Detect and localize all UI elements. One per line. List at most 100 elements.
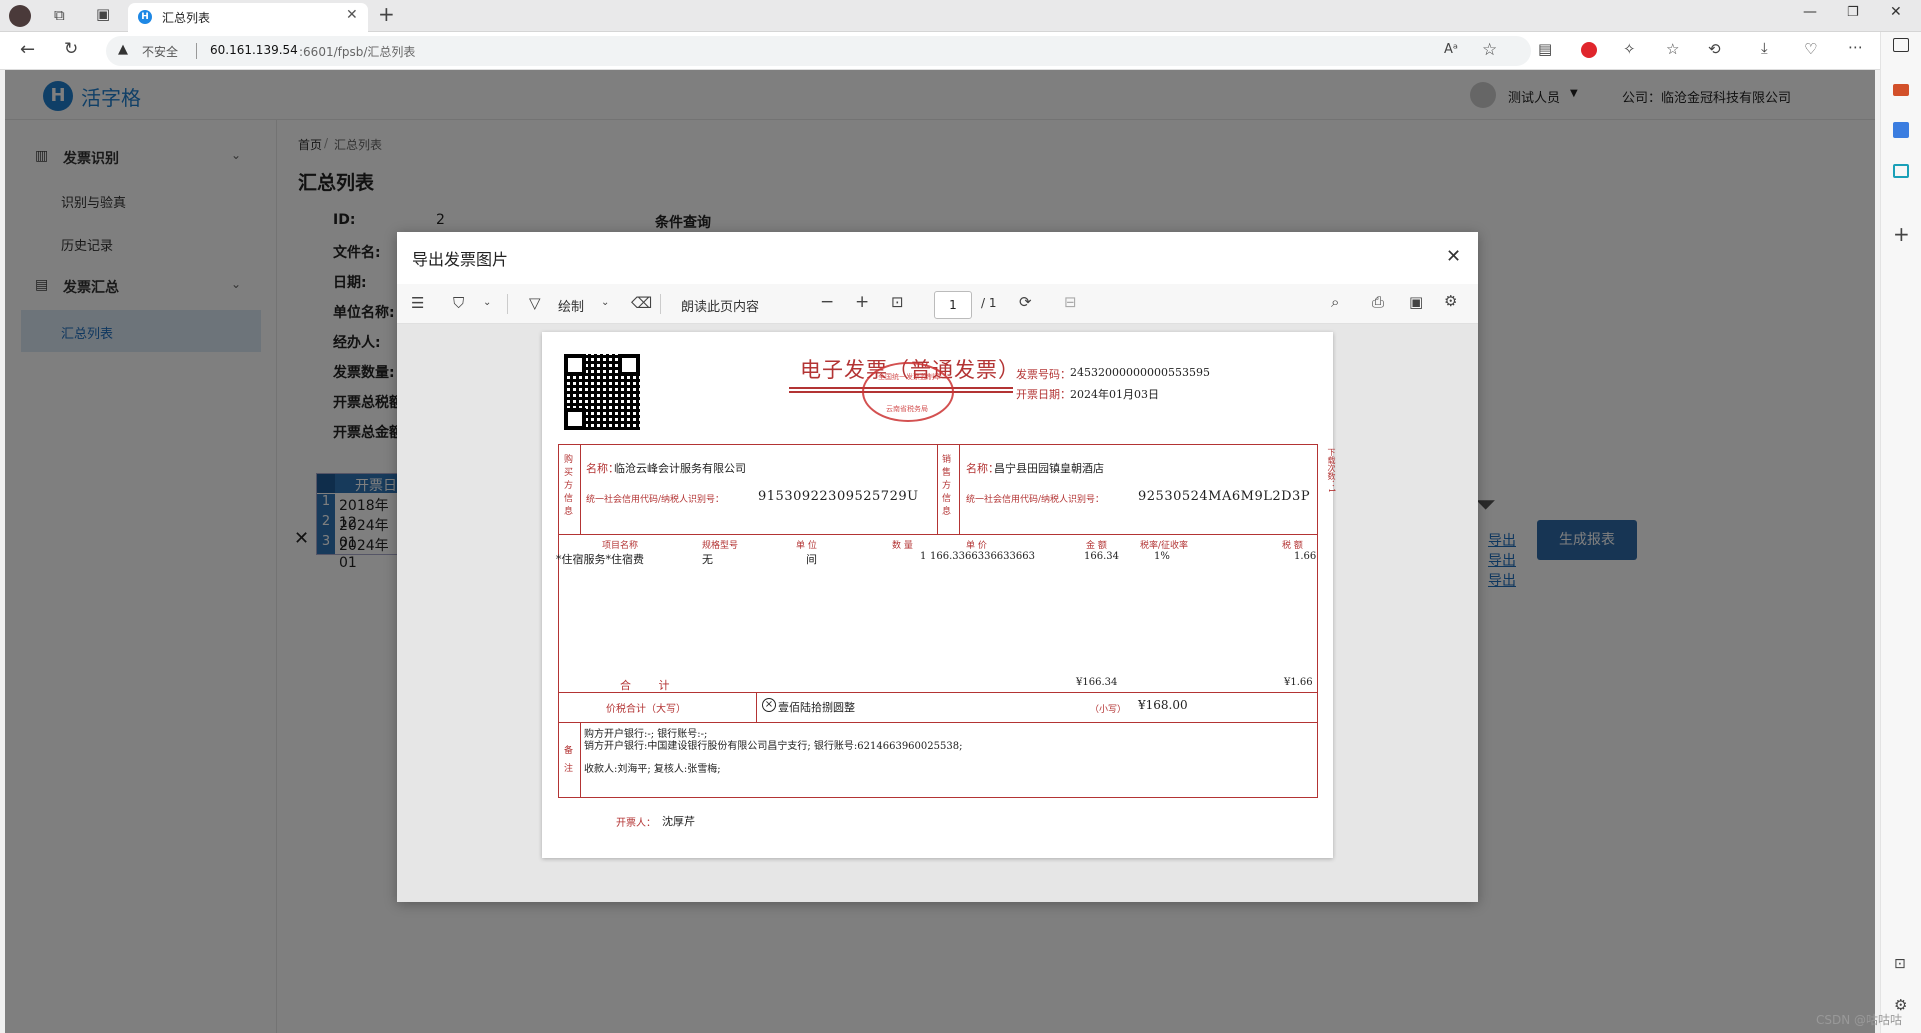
extension-icon[interactable]: ▤ [1538, 42, 1552, 57]
zoom-out-icon[interactable]: − [820, 294, 834, 311]
col-unit: 单 位 [796, 541, 817, 551]
page-number-input[interactable]: 1 [934, 291, 972, 319]
highlight-icon[interactable]: ⛉ [453, 296, 464, 311]
buyer-name: 临沧云峰会计服务有限公司 [614, 462, 746, 475]
col-line [756, 692, 758, 722]
print-icon[interactable]: ⎙ [1372, 295, 1384, 310]
buyer-code-label: 统一社会信用代码/纳税人识别号： [586, 495, 725, 505]
row-line [558, 534, 1318, 536]
sidebar-add-icon[interactable]: + [1893, 222, 1910, 246]
back-icon[interactable]: ← [20, 41, 35, 59]
fit-page-icon[interactable]: ⊡ [891, 295, 904, 310]
grand-total-small: ¥168.00 [1138, 698, 1188, 712]
dialog-close-icon[interactable]: ✕ [1446, 246, 1461, 267]
download-count: 下载次数：1 [1327, 448, 1336, 494]
new-tab-icon[interactable]: + [378, 2, 395, 26]
row-line [558, 722, 1318, 724]
cross-circle-icon: × [762, 698, 776, 712]
history-icon[interactable]: ⟲ [1708, 42, 1721, 57]
side-char: 方 [564, 481, 574, 491]
col-spec: 规格型号 [702, 541, 739, 551]
issuer-name: 沈厚芹 [662, 815, 695, 828]
browser-essentials-icon[interactable]: ♡ [1804, 42, 1817, 57]
restore-icon[interactable]: ❐ [1847, 5, 1859, 20]
puzzle-extensions-icon[interactable]: ✧ [1623, 42, 1636, 57]
item-price: 166.3366336633663 [930, 551, 1035, 562]
side-char: 信 [942, 494, 952, 504]
col-price: 单 价 [966, 541, 987, 551]
export-invoice-dialog: 导出发票图片 ✕ ☰ ⛉ ⌄ ▽ 绘制 ⌄ ⌫ 朗读此页内容 − + ⊡ 1 /… [397, 232, 1478, 902]
seal-text-bottom: 云南省税务局 [886, 405, 928, 413]
col-line [580, 722, 582, 798]
search-icon[interactable]: ⌕ [1331, 295, 1339, 310]
favorite-star-icon[interactable]: ☆ [1482, 40, 1497, 60]
tools-icon[interactable] [1893, 84, 1909, 96]
address-toolbar: ← ↻ ▲ 不安全 60.161.139.54 :6601/fpsb/汇总列表 … [0, 32, 1921, 70]
remark-line-2: 销方开户银行:中国建设银行股份有限公司昌宁支行; 银行账号:6214663960… [584, 741, 963, 752]
save-icon[interactable]: ▣ [1409, 295, 1423, 310]
invoice-number: 24532000000000553595 [1070, 366, 1210, 379]
translate-icon[interactable] [1893, 122, 1909, 138]
chevron-down-icon[interactable]: ⌄ [483, 298, 491, 308]
watermark: CSDN @咕咕咕 [1816, 1013, 1903, 1027]
total-tax: ¥1.66 [1284, 677, 1313, 688]
remark-side-label: 备注 [564, 742, 576, 778]
refresh-icon[interactable]: ↻ [64, 41, 78, 58]
zoom-in-icon[interactable]: + [855, 294, 869, 311]
invoice-number-label: 发票号码： [1016, 368, 1071, 381]
read-aloud-icon[interactable]: Aᵃ [1444, 42, 1458, 57]
contents-icon[interactable]: ☰ [411, 296, 424, 311]
two-page-icon[interactable]: ⊟ [1064, 295, 1077, 310]
qr-finder [564, 408, 586, 430]
settings-gear-icon[interactable]: ⚙ [1444, 294, 1457, 309]
window-close-icon[interactable]: ✕ [1890, 4, 1902, 20]
favorites-icon[interactable]: ☆ [1666, 42, 1679, 57]
seal-text-top: 全国统一发票监制章 [878, 373, 941, 381]
calendar-icon[interactable] [1893, 164, 1909, 178]
browser-tab[interactable]: H 汇总列表 ✕ [128, 3, 368, 32]
seller-code-label: 统一社会信用代码/纳税人识别号： [966, 495, 1105, 505]
page-number-value: 1 [949, 298, 957, 312]
eraser-icon[interactable]: ⌫ [631, 296, 652, 311]
chevron-down-icon[interactable]: ⌄ [601, 298, 609, 308]
collections-icon[interactable]: ⧉ [54, 8, 65, 23]
read-aloud-button[interactable]: 朗读此页内容 [681, 296, 759, 315]
buyer-side-label: 购买方信息 [564, 454, 576, 519]
tab-title: 汇总列表 [162, 11, 211, 25]
item-amount: 166.34 [1084, 551, 1119, 562]
draw-label[interactable]: 绘制 [558, 296, 584, 315]
more-menu-icon[interactable]: ⋯ [1848, 40, 1863, 55]
item-name: *住宿服务*住宿费 [556, 553, 644, 566]
item-spec: 无 [702, 553, 713, 566]
side-char: 买 [564, 468, 574, 478]
pdf-toolbar: ☰ ⛉ ⌄ ▽ 绘制 ⌄ ⌫ 朗读此页内容 − + ⊡ 1 / 1 ⟳ ⊟ ⌕ … [397, 284, 1478, 324]
remark-line-3: 收款人:刘海平; 复核人:张雪梅; [584, 764, 721, 775]
col-item-name: 项目名称 [602, 541, 639, 551]
sidebar-toggle-icon[interactable] [1893, 38, 1909, 52]
grand-total-words: 壹佰陆拾捌圆整 [778, 701, 855, 714]
side-char: 购 [564, 455, 574, 465]
col-rate: 税率/征收率 [1140, 541, 1189, 551]
grand-total-small-label: （小写） [1090, 705, 1127, 715]
toolbar-divider [660, 294, 661, 314]
download-icon[interactable]: ⤓ [1761, 41, 1768, 56]
col-qty: 数 量 [892, 541, 913, 551]
rotate-icon[interactable]: ⟳ [1019, 295, 1032, 310]
url-field[interactable]: ▲ 不安全 60.161.139.54 :6601/fpsb/汇总列表 Aᵃ ☆ [106, 36, 1531, 66]
draw-icon[interactable]: ▽ [529, 296, 541, 311]
pdf-viewer[interactable]: 电子发票（普通发票） 全国统一发票监制章 云南省税务局 发票号码： 245320… [397, 324, 1478, 902]
official-seal: 全国统一发票监制章 云南省税务局 [862, 362, 954, 422]
tab-actions-icon[interactable]: ▣ [96, 7, 110, 22]
grand-total-label: 价税合计（大写） [606, 704, 686, 715]
url-divider [196, 43, 197, 59]
side-char: 信 [564, 494, 574, 504]
screenshot-icon[interactable]: ⊡ [1894, 956, 1906, 972]
profile-avatar-icon[interactable] [9, 5, 31, 27]
url-path: :6601/fpsb/汇总列表 [299, 45, 416, 59]
invoice-date-label: 开票日期： [1016, 388, 1071, 401]
minimize-icon[interactable]: — [1803, 4, 1817, 20]
col-line [937, 444, 939, 534]
tab-close-icon[interactable]: ✕ [346, 7, 358, 23]
qr-finder [618, 354, 640, 376]
opera-extension-icon[interactable] [1581, 42, 1597, 58]
